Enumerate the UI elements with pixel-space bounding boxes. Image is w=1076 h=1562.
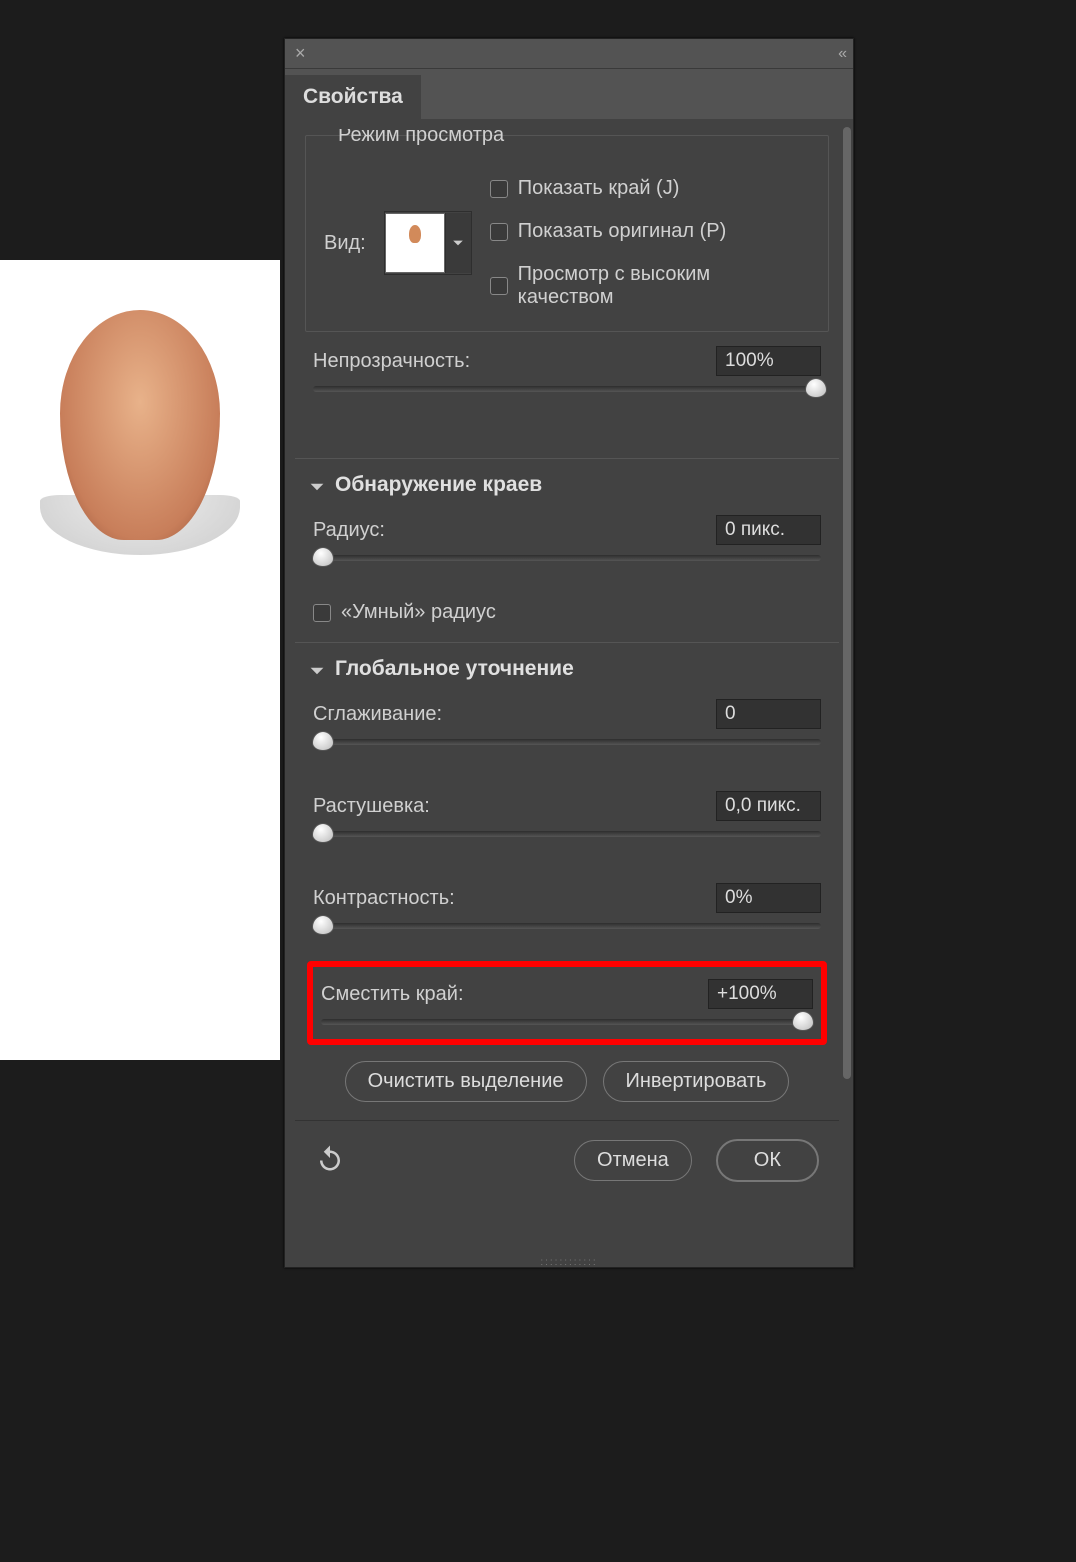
properties-panel: × « Свойства Режим просмотра Вид: xyxy=(284,38,854,1268)
slider-handle-icon[interactable] xyxy=(312,731,334,751)
slider-handle-icon[interactable] xyxy=(792,1011,814,1031)
ok-button[interactable]: ОК xyxy=(716,1139,819,1182)
clear-selection-button[interactable]: Очистить выделение xyxy=(345,1061,587,1102)
scrollbar-thumb[interactable] xyxy=(843,127,851,1079)
radius-value[interactable]: 0 пикс. xyxy=(716,515,821,545)
shift-edge-row: Сместить край: +100% xyxy=(321,971,813,1009)
show-original-checkbox[interactable]: Показать оригинал (P) xyxy=(490,220,810,243)
contrast-label: Контрастность: xyxy=(313,887,455,910)
view-mode-group: Режим просмотра Вид: Пок xyxy=(305,135,829,332)
show-edge-checkbox[interactable]: Показать край (J) xyxy=(490,177,810,200)
checkbox-icon xyxy=(490,180,508,198)
contrast-row: Контрастность: 0% xyxy=(313,875,821,913)
high-quality-label: Просмотр с высоким качеством xyxy=(518,263,810,309)
feather-slider[interactable] xyxy=(313,831,821,837)
opacity-value[interactable]: 100% xyxy=(716,346,821,376)
feather-row: Растушевка: 0,0 пикс. xyxy=(313,783,821,821)
feather-label: Растушевка: xyxy=(313,795,430,818)
opacity-slider[interactable] xyxy=(313,386,821,392)
smooth-row: Сглаживание: 0 xyxy=(313,691,821,729)
resize-grip[interactable]: :::::::::::: xyxy=(285,1257,853,1267)
show-edge-label: Показать край (J) xyxy=(518,177,680,200)
view-thumbnail-caret[interactable] xyxy=(445,213,471,273)
radius-row: Радиус: 0 пикс. xyxy=(313,507,821,545)
shift-edge-slider[interactable] xyxy=(321,1019,813,1025)
reset-icon[interactable] xyxy=(315,1143,345,1179)
contrast-value[interactable]: 0% xyxy=(716,883,821,913)
tab-bar: Свойства xyxy=(285,69,853,119)
canvas[interactable] xyxy=(0,260,280,1060)
panel-footer: Отмена ОК xyxy=(295,1121,839,1200)
cancel-button[interactable]: Отмена xyxy=(574,1140,692,1181)
collapse-panel-icon[interactable]: « xyxy=(838,45,847,63)
panel-scrollbar[interactable] xyxy=(843,127,851,1185)
checkbox-icon xyxy=(490,223,508,241)
opacity-label: Непрозрачность: xyxy=(313,350,470,373)
subject-face xyxy=(60,310,220,540)
global-refine-header[interactable]: Глобальное уточнение xyxy=(295,642,839,691)
smart-radius-label: «Умный» радиус xyxy=(341,601,496,624)
opacity-row: Непрозрачность: 100% xyxy=(313,338,821,376)
tab-properties[interactable]: Свойства xyxy=(285,75,421,119)
view-thumbnail-select[interactable] xyxy=(384,211,472,275)
smooth-slider[interactable] xyxy=(313,739,821,745)
close-panel-icon[interactable]: × xyxy=(295,43,306,64)
feather-value[interactable]: 0,0 пикс. xyxy=(716,791,821,821)
global-refine-title: Глобальное уточнение xyxy=(335,657,574,681)
contrast-slider[interactable] xyxy=(313,923,821,929)
chevron-down-icon xyxy=(309,661,325,677)
radius-slider[interactable] xyxy=(313,555,821,561)
smooth-label: Сглаживание: xyxy=(313,703,442,726)
chevron-down-icon xyxy=(452,237,464,249)
checkbox-icon xyxy=(313,604,331,622)
chevron-down-icon xyxy=(309,477,325,493)
selection-buttons: Очистить выделение Инвертировать xyxy=(295,1045,839,1121)
smart-radius-checkbox[interactable]: «Умный» радиус xyxy=(313,601,821,624)
panel-body: Режим просмотра Вид: Пок xyxy=(285,119,853,1257)
edge-detection-title: Обнаружение краев xyxy=(335,473,542,497)
view-thumbnail xyxy=(385,213,445,273)
show-original-label: Показать оригинал (P) xyxy=(518,220,727,243)
shift-edge-highlight: Сместить край: +100% xyxy=(307,961,827,1045)
view-label: Вид: xyxy=(324,232,366,255)
shift-edge-label: Сместить край: xyxy=(321,983,464,1006)
grip-icon: :::::::::::: xyxy=(540,1257,597,1268)
slider-handle-icon[interactable] xyxy=(805,378,827,398)
slider-handle-icon[interactable] xyxy=(312,547,334,567)
invert-button[interactable]: Инвертировать xyxy=(603,1061,790,1102)
thumbnail-face-icon xyxy=(409,225,421,243)
radius-label: Радиус: xyxy=(313,519,385,542)
high-quality-checkbox[interactable]: Просмотр с высоким качеством xyxy=(490,263,810,309)
slider-handle-icon[interactable] xyxy=(312,915,334,935)
panel-scroll: Режим просмотра Вид: Пок xyxy=(295,129,843,1257)
edge-detection-header[interactable]: Обнаружение краев xyxy=(295,458,839,507)
smooth-value[interactable]: 0 xyxy=(716,699,821,729)
slider-handle-icon[interactable] xyxy=(312,823,334,843)
panel-header: × « xyxy=(285,39,853,69)
shift-edge-value[interactable]: +100% xyxy=(708,979,813,1009)
checkbox-icon xyxy=(490,277,508,295)
